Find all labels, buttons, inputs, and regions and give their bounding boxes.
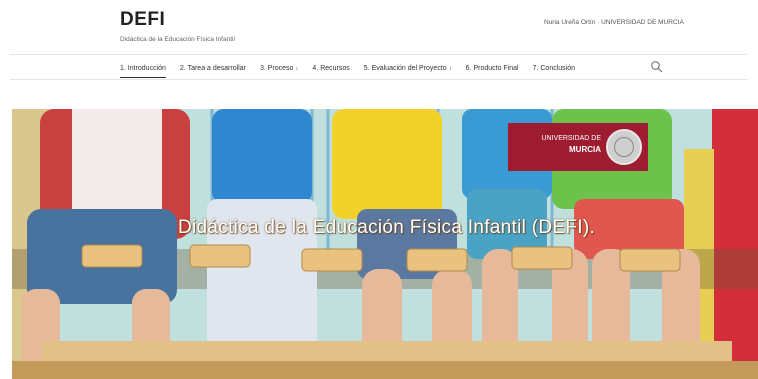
university-logo[interactable]: UNIVERSIDAD DE MURCIA [508,123,648,171]
logo-line-1: UNIVERSIDAD DE [541,135,601,142]
dropdown-caret-icon: ↓ [448,66,452,72]
university-seal-icon [606,129,642,165]
hero-banner: Didáctica de la Educación Física Infanti… [12,109,758,379]
nav-item-introduccion[interactable]: 1. Introducción [120,59,166,78]
dropdown-caret-icon: ↓ [295,66,299,72]
nav-item-label: 4. Recursos [312,65,350,72]
hero-title: Didáctica de la Educación Física Infanti… [178,217,596,238]
nav-item-label: 2. Tarea a desarrollar [179,65,246,72]
nav-item-label: 5. Evaluación del Proyecto [363,65,447,72]
nav-item-label: 7. Conclusión [532,65,576,72]
nav-item-label: 1. Introducción [120,64,166,72]
nav-item-recursos[interactable]: 4. Recursos [312,59,349,77]
nav-item-proceso[interactable]: 3. Proceso ↓ [260,59,298,77]
nav-item-evaluacion[interactable]: 5. Evaluación del Proyecto ↓ [364,59,452,77]
nav-item-tarea[interactable]: 2. Tarea a desarrollar [180,59,246,77]
main-nav: 1. Introducción 2. Tarea a desarrollar 3… [120,58,589,78]
nav-divider-bottom [10,79,748,80]
nav-item-conclusion[interactable]: 7. Conclusión [533,59,575,77]
nav-item-producto-final[interactable]: 6. Producto Final [466,59,519,77]
site-title[interactable]: DEFI [120,9,165,31]
nav-item-label: 3. Proceso [259,65,294,72]
logo-line-2: MURCIA [569,145,601,154]
site-subtitle: Didáctica de la Educación Física Infanti… [120,36,235,43]
nav-item-label: 6. Producto Final [465,65,519,72]
author-info: Nuria Ureña Ortín · UNIVERSIDAD DE MURCI… [544,19,684,26]
nav-divider-top [10,54,748,55]
search-icon[interactable] [650,60,664,74]
